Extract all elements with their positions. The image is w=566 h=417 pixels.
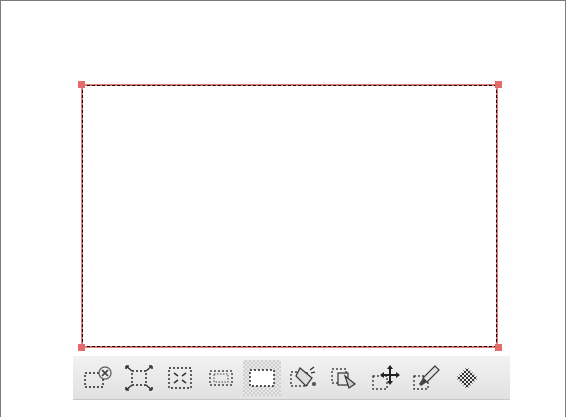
resize-handle-bottom-left[interactable] [78,344,85,351]
resize-handle-top-left[interactable] [78,81,85,88]
selection-cancel-button[interactable] [79,360,117,396]
selection-move-button[interactable] [366,360,404,396]
selection-marquee[interactable] [82,85,497,347]
selection-move-icon [370,364,400,392]
selection-shrink-button[interactable] [161,360,199,396]
selection-copy-button[interactable] [325,360,363,396]
selection-expand-icon [124,364,154,392]
selection-brush-button[interactable] [407,360,445,396]
selection-toolbar [73,356,510,400]
selection-copy-icon [329,364,359,392]
selection-border-button[interactable] [202,360,240,396]
selection-fill-button[interactable] [284,360,322,396]
selection-rectangle-icon [248,366,276,390]
selection-brush-icon [411,364,441,392]
selection-shrink-icon [166,365,194,391]
resize-handle-top-right[interactable] [495,81,502,88]
selection-expand-button[interactable] [120,360,158,396]
selection-rectangle-button[interactable] [243,359,281,396]
selection-border-icon [207,366,235,390]
selection-fill-icon [288,364,318,392]
resize-handle-bottom-right[interactable] [495,344,502,351]
selection-cancel-icon [83,365,113,391]
selection-pattern-button[interactable] [448,360,486,396]
selection-pattern-icon [454,365,480,391]
